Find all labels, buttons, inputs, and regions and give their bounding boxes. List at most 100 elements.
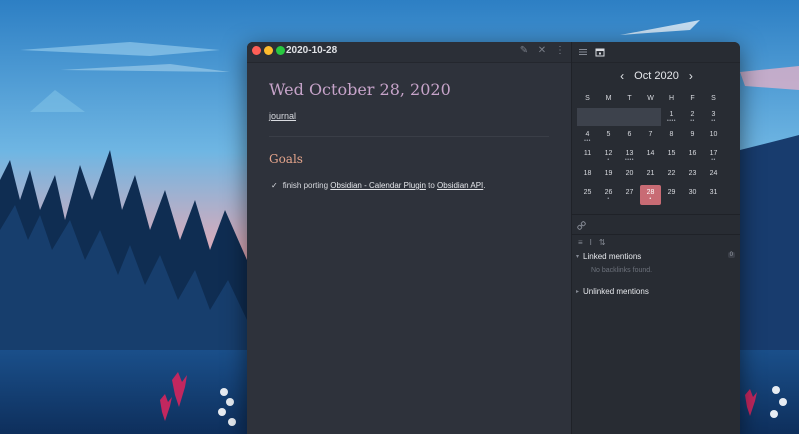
- horizontal-rule: [269, 136, 549, 137]
- calendar-day[interactable]: 27: [619, 185, 640, 205]
- day-number: 10: [709, 130, 718, 138]
- weekday-label: H: [668, 95, 675, 102]
- weekday-label: W: [647, 95, 654, 102]
- calendar-month-nav: ‹ Oct 2020 ›: [572, 70, 740, 82]
- day-number: 21: [646, 169, 655, 177]
- no-backlinks-text: No backlinks found.: [591, 267, 653, 274]
- day-number: 25: [583, 189, 592, 196]
- calendar-day[interactable]: 12 •: [598, 146, 619, 166]
- calendar-day[interactable]: 5: [598, 127, 619, 147]
- calendar-day[interactable]: 18: [577, 166, 598, 186]
- day-number: 12: [604, 150, 613, 157]
- calendar-day[interactable]: 2 ••: [682, 107, 703, 127]
- calendar-month-label: Oct 2020: [634, 70, 679, 82]
- calendar-day[interactable]: 22: [661, 166, 682, 186]
- chevron-right-icon[interactable]: ›: [689, 70, 693, 82]
- note-dots-indicator: •: [649, 196, 652, 202]
- note-heading: Wed October 28, 2020: [269, 80, 451, 99]
- chevron-left-icon[interactable]: ‹: [620, 70, 624, 82]
- task-middle: to: [425, 181, 438, 190]
- note-dots-indicator: ••: [711, 157, 716, 163]
- calendar-day[interactable]: 10: [703, 127, 724, 147]
- day-number: 5: [606, 130, 611, 138]
- weekday-label: T: [627, 95, 632, 102]
- day-number: 2: [690, 111, 695, 118]
- day-number: 4: [585, 130, 590, 138]
- day-number: 15: [667, 150, 676, 157]
- note-dots-indicator: ••: [711, 118, 716, 124]
- weekday-label: S: [585, 95, 590, 102]
- calendar-day[interactable]: 11: [577, 146, 598, 166]
- note-dots-indicator: •••: [584, 137, 591, 144]
- calendar-day[interactable]: 16: [682, 146, 703, 166]
- calendar-day[interactable]: 9: [682, 127, 703, 147]
- caret-down-icon: ▾: [576, 254, 580, 260]
- calendar-day[interactable]: 29: [661, 185, 682, 205]
- weekday-label: S: [711, 95, 716, 102]
- zoom-window-button[interactable]: [276, 46, 285, 55]
- calendar-empty-cell: [640, 108, 661, 126]
- sidebar-tab-bar: [572, 42, 740, 63]
- show-context-icon[interactable]: I: [590, 238, 592, 247]
- calendar-day[interactable]: 13 ••••: [619, 146, 640, 166]
- day-number: 16: [688, 150, 697, 157]
- day-number: 3: [711, 111, 716, 118]
- more-options-icon[interactable]: ⋮: [555, 45, 565, 56]
- day-number: 23: [688, 169, 697, 177]
- unlinked-mentions-header[interactable]: ▸ Unlinked mentions: [576, 287, 649, 296]
- day-number: 19: [604, 169, 613, 177]
- note-editor-pane: 2020-10-28 ✎ ✕ ⋮ Wed October 28, 2020 jo…: [247, 42, 571, 434]
- calendar-day[interactable]: 6: [619, 127, 640, 147]
- sidebar-divider: [572, 214, 740, 215]
- calendar-plugin-link[interactable]: Obsidian - Calendar Plugin: [330, 181, 426, 190]
- calendar-day[interactable]: 7: [640, 127, 661, 147]
- calendar-day-today[interactable]: 28 •: [640, 185, 661, 205]
- checkmark-icon[interactable]: ✓: [271, 181, 278, 190]
- sort-order-icon[interactable]: ⇅: [599, 238, 606, 247]
- collapse-results-icon[interactable]: ≡: [578, 238, 583, 247]
- calendar-day[interactable]: 15: [661, 146, 682, 166]
- calendar-day[interactable]: 4 •••: [577, 127, 598, 147]
- journal-tag-link[interactable]: journal: [269, 111, 296, 121]
- calendar-day[interactable]: 14: [640, 146, 661, 166]
- calendar-day[interactable]: 1 ••••: [661, 107, 682, 127]
- calendar-day[interactable]: 23: [682, 166, 703, 186]
- close-pane-icon[interactable]: ✕: [537, 45, 547, 56]
- note-title-tab[interactable]: 2020-10-28: [286, 45, 337, 56]
- calendar-day[interactable]: 21: [640, 166, 661, 186]
- minimize-window-button[interactable]: [264, 46, 273, 55]
- sidebar-divider: [572, 234, 740, 235]
- edit-pencil-icon[interactable]: ✎: [519, 45, 529, 56]
- obsidian-window: 2020-10-28 ✎ ✕ ⋮ Wed October 28, 2020 jo…: [247, 42, 740, 434]
- task-text: finish porting Obsidian - Calendar Plugi…: [283, 181, 486, 190]
- calendar-day[interactable]: 24: [703, 166, 724, 186]
- calendar-day[interactable]: 17 ••: [703, 146, 724, 166]
- day-number: 31: [709, 189, 718, 196]
- day-number: 9: [690, 130, 695, 138]
- close-window-button[interactable]: [252, 46, 261, 55]
- day-number: 18: [583, 169, 592, 177]
- calendar-empty-cell: [619, 108, 640, 126]
- calendar-day[interactable]: 8: [661, 127, 682, 147]
- goals-section-heading: Goals: [269, 152, 303, 166]
- calendar-day[interactable]: 31: [703, 185, 724, 205]
- task-suffix: .: [483, 181, 486, 190]
- calendar-empty-cell: [577, 108, 598, 126]
- calendar-day[interactable]: 26 •: [598, 185, 619, 205]
- calendar-day[interactable]: 30: [682, 185, 703, 205]
- linked-mentions-header[interactable]: ▾ Linked mentions: [576, 252, 641, 261]
- obsidian-api-link[interactable]: Obsidian API: [437, 181, 483, 190]
- link-icon[interactable]: [577, 221, 586, 230]
- day-number: 26: [604, 189, 613, 196]
- day-number: 1: [669, 111, 674, 118]
- list-icon[interactable]: [578, 47, 588, 57]
- calendar-day[interactable]: 3 ••: [703, 107, 724, 127]
- calendar-empty-cell: [598, 108, 619, 126]
- day-number: 7: [648, 130, 653, 138]
- calendar-weekday-header: SMTWHFS: [577, 95, 723, 107]
- note-dots-indicator: •: [607, 157, 610, 163]
- calendar-day[interactable]: 25: [577, 185, 598, 205]
- calendar-day[interactable]: 20: [619, 166, 640, 186]
- calendar-day[interactable]: 19: [598, 166, 619, 186]
- calendar-icon[interactable]: [595, 47, 605, 57]
